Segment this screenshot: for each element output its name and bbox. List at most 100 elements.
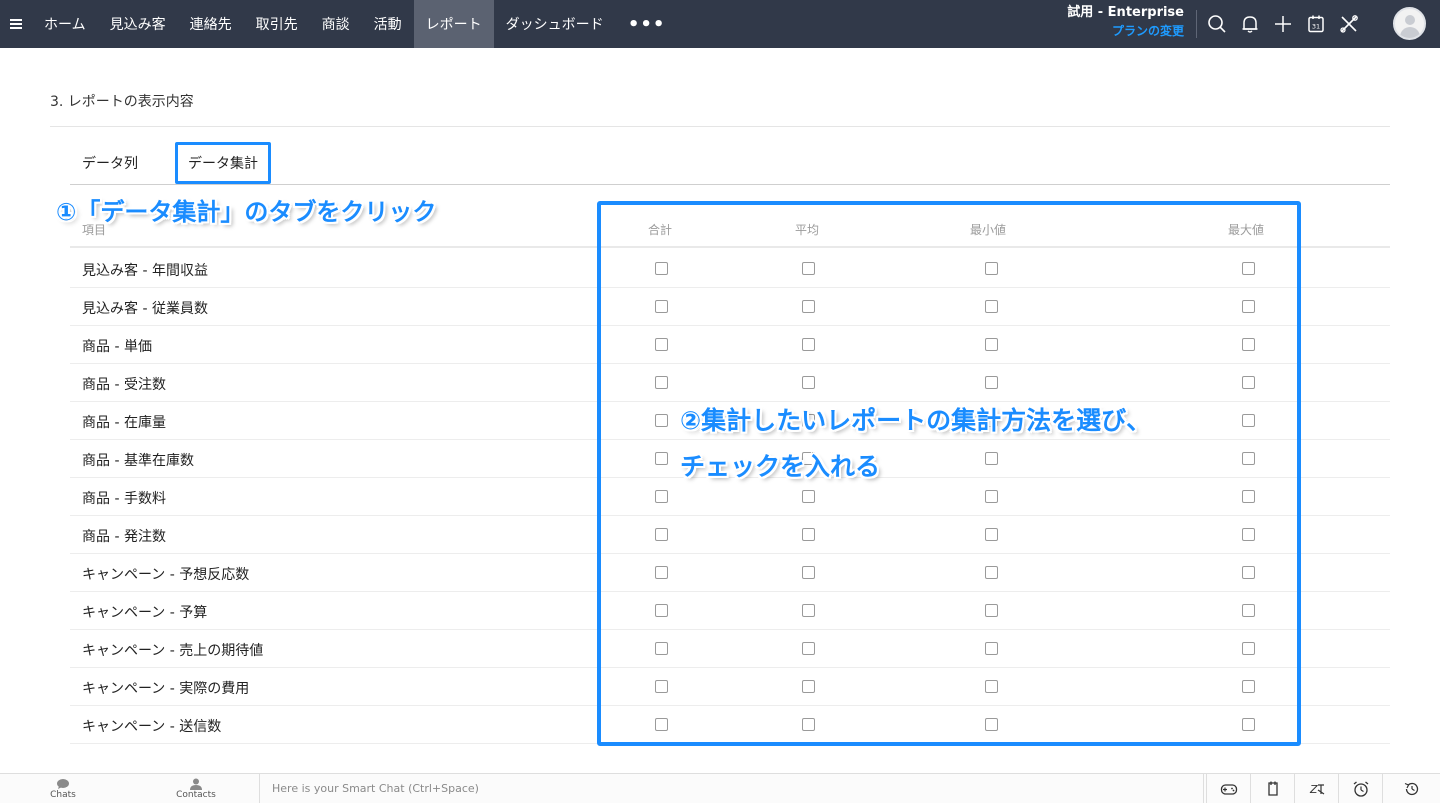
checkbox-min[interactable]	[985, 262, 998, 275]
tab-data-columns[interactable]: データ列	[70, 143, 150, 183]
contacts-button[interactable]: Contacts	[172, 774, 220, 803]
table-row: キャンペーン - 実際の費用	[70, 668, 1390, 706]
nav-tab-activities[interactable]: 活動	[362, 0, 414, 48]
column-header-min: 最小値	[970, 223, 1007, 237]
section-title: 3. レポートの表示内容	[50, 94, 194, 110]
more-tabs-button[interactable]: •••	[616, 0, 678, 48]
checkbox-average[interactable]	[802, 490, 815, 503]
checkbox-sum[interactable]	[655, 528, 668, 541]
checkbox-min[interactable]	[985, 490, 998, 503]
nav-tab-dashboards[interactable]: ダッシュボード	[494, 0, 616, 48]
checkbox-average[interactable]	[802, 566, 815, 579]
search-icon[interactable]	[1200, 0, 1233, 48]
row-field-label: 商品 - 発注数	[82, 529, 166, 545]
checkbox-min[interactable]	[985, 338, 998, 351]
contact-person-icon	[190, 778, 202, 790]
checkbox-average[interactable]	[802, 604, 815, 617]
module-tabs: ホーム 見込み客 連絡先 取引先 商談 活動 レポート ダッシュボード •••	[32, 0, 678, 48]
nav-tab-deals[interactable]: 商談	[310, 0, 362, 48]
checkbox-max[interactable]	[1242, 376, 1255, 389]
checkbox-max[interactable]	[1242, 528, 1255, 541]
contacts-label: Contacts	[176, 790, 216, 800]
tab-data-aggregation[interactable]: データ集計	[175, 142, 271, 184]
edition-label: 試用 - Enterprise	[1067, 5, 1184, 20]
checkbox-sum[interactable]	[655, 414, 668, 427]
checkbox-min[interactable]	[985, 642, 998, 655]
checkbox-max[interactable]	[1242, 566, 1255, 579]
checkbox-average[interactable]	[802, 528, 815, 541]
checkbox-max[interactable]	[1242, 490, 1255, 503]
checkbox-average[interactable]	[802, 338, 815, 351]
checkbox-max[interactable]	[1242, 338, 1255, 351]
column-header-max: 最大値	[1228, 223, 1265, 237]
checkbox-min[interactable]	[985, 566, 998, 579]
trial-info: 試用 - Enterprise プランの変更	[1067, 4, 1184, 40]
history-icon[interactable]	[1382, 774, 1440, 803]
checkbox-sum[interactable]	[655, 642, 668, 655]
checkbox-sum[interactable]	[655, 262, 668, 275]
checkbox-max[interactable]	[1242, 414, 1255, 427]
checkbox-min[interactable]	[985, 528, 998, 541]
checkbox-average[interactable]	[802, 680, 815, 693]
checkbox-max[interactable]	[1242, 642, 1255, 655]
checkbox-max[interactable]	[1242, 604, 1255, 617]
checkbox-min[interactable]	[985, 376, 998, 389]
annotation-step-2-line-1: ②集計したいレポートの集計方法を選び、	[680, 406, 1152, 435]
gamepad-icon[interactable]	[1206, 774, 1250, 803]
row-field-label: キャンペーン - 予想反応数	[82, 567, 250, 583]
smart-chat-input[interactable]	[260, 774, 1203, 803]
checkbox-average[interactable]	[802, 642, 815, 655]
translate-icon[interactable]: Z	[1294, 774, 1338, 803]
user-avatar[interactable]	[1393, 7, 1426, 40]
plus-icon[interactable]	[1266, 0, 1299, 48]
checkbox-sum[interactable]	[655, 338, 668, 351]
bottom-bar: Chats Contacts Z	[0, 773, 1440, 803]
tools-icon[interactable]	[1332, 0, 1365, 48]
checkbox-sum[interactable]	[655, 376, 668, 389]
checkbox-max[interactable]	[1242, 262, 1255, 275]
menu-icon[interactable]	[0, 0, 32, 48]
checkbox-average[interactable]	[802, 300, 815, 313]
checkbox-min[interactable]	[985, 300, 998, 313]
checkbox-sum[interactable]	[655, 604, 668, 617]
top-nav-bar: ホーム 見込み客 連絡先 取引先 商談 活動 レポート ダッシュボード ••• …	[0, 0, 1440, 48]
nav-tab-contacts[interactable]: 連絡先	[178, 0, 244, 48]
table-row: 見込み客 - 従業員数	[70, 288, 1390, 326]
nav-tab-home[interactable]: ホーム	[32, 0, 98, 48]
table-row: キャンペーン - 予想反応数	[70, 554, 1390, 592]
calendar-icon[interactable]: 31	[1299, 0, 1332, 48]
row-field-label: 商品 - 在庫量	[82, 415, 166, 431]
nav-tab-reports[interactable]: レポート	[413, 0, 494, 48]
checkbox-sum[interactable]	[655, 566, 668, 579]
table-row: 商品 - 単価	[70, 326, 1390, 364]
nav-tab-accounts[interactable]: 取引先	[244, 0, 310, 48]
checkbox-average[interactable]	[802, 376, 815, 389]
checkbox-average[interactable]	[802, 262, 815, 275]
checkbox-sum[interactable]	[655, 490, 668, 503]
chats-button[interactable]: Chats	[42, 774, 84, 803]
checkbox-min[interactable]	[985, 680, 998, 693]
checkbox-sum[interactable]	[655, 718, 668, 731]
notes-icon[interactable]	[1250, 774, 1294, 803]
chat-bubble-icon	[57, 779, 69, 789]
divider	[1196, 10, 1197, 38]
checkbox-sum[interactable]	[655, 452, 668, 465]
bell-icon[interactable]	[1233, 0, 1266, 48]
checkbox-sum[interactable]	[655, 680, 668, 693]
checkbox-min[interactable]	[985, 604, 998, 617]
checkbox-sum[interactable]	[655, 300, 668, 313]
upgrade-link[interactable]: プランの変更	[1067, 22, 1184, 40]
checkbox-max[interactable]	[1242, 718, 1255, 731]
checkbox-max[interactable]	[1242, 300, 1255, 313]
checkbox-min[interactable]	[985, 718, 998, 731]
divider	[50, 126, 1390, 127]
row-field-label: キャンペーン - 売上の期待値	[82, 643, 264, 659]
checkbox-average[interactable]	[802, 718, 815, 731]
calendar-day: 31	[1311, 23, 1319, 31]
checkbox-max[interactable]	[1242, 452, 1255, 465]
row-field-label: 商品 - 単価	[82, 339, 152, 355]
table-row: 商品 - 受注数	[70, 364, 1390, 402]
nav-tab-leads[interactable]: 見込み客	[98, 0, 178, 48]
alarm-icon[interactable]	[1338, 774, 1382, 803]
checkbox-max[interactable]	[1242, 680, 1255, 693]
